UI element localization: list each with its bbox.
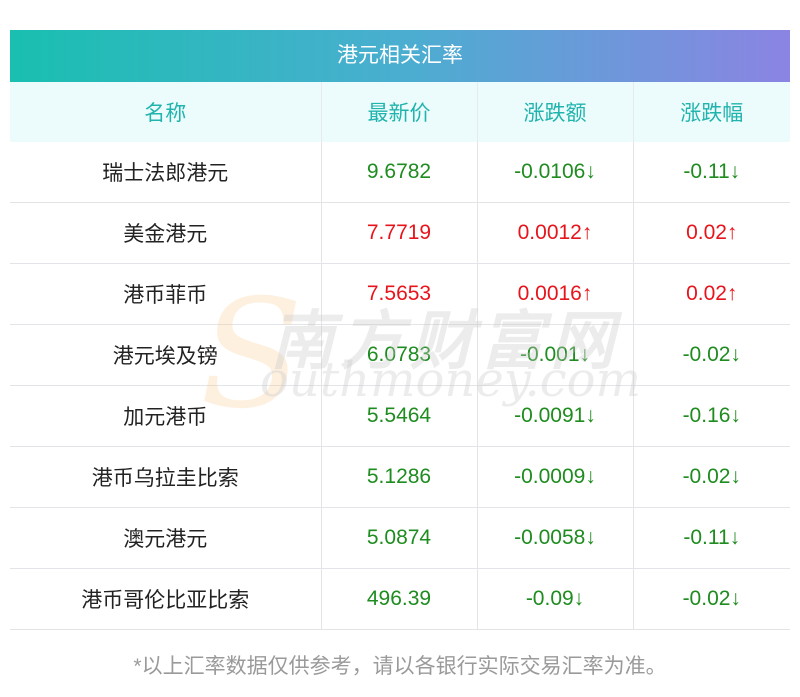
price-change: -0.0009↓ (477, 446, 634, 508)
currency-pair-name: 美金港元 (10, 202, 322, 264)
exchange-rate-card: 港元相关汇率 名称 最新价 涨跌额 涨跌幅 瑞士法郎港元 9.6782 -0.010… (10, 30, 790, 630)
table-title: 港元相关汇率 (10, 30, 790, 82)
latest-price: 7.7719 (321, 202, 478, 264)
currency-pair-name: 澳元港元 (10, 507, 322, 569)
price-change-percent: -0.02↓ (633, 324, 790, 386)
table-row: 瑞士法郎港元 9.6782 -0.0106↓ -0.11↓ (10, 142, 790, 203)
table-row: 港币菲币 7.5653 0.0016↑ 0.02↑ (10, 263, 790, 325)
table-row: 美金港元 7.7719 0.0012↑ 0.02↑ (10, 202, 790, 264)
price-change-percent: -0.02↓ (633, 446, 790, 508)
currency-pair-name: 瑞士法郎港元 (10, 142, 322, 203)
currency-pair-name: 港币菲币 (10, 263, 322, 325)
table-row: 港币乌拉圭比索 5.1286 -0.0009↓ -0.02↓ (10, 446, 790, 508)
table-row: 澳元港元 5.0874 -0.0058↓ -0.11↓ (10, 507, 790, 569)
currency-pair-name: 加元港币 (10, 385, 322, 447)
column-header-price: 最新价 (321, 82, 478, 142)
latest-price: 9.6782 (321, 142, 478, 203)
price-change: -0.0058↓ (477, 507, 634, 569)
column-header-name: 名称 (10, 82, 322, 142)
price-change-percent: -0.11↓ (633, 507, 790, 569)
currency-pair-name: 港币乌拉圭比索 (10, 446, 322, 508)
latest-price: 5.1286 (321, 446, 478, 508)
price-change: -0.001↓ (477, 324, 634, 386)
table-row: 加元港币 5.5464 -0.0091↓ -0.16↓ (10, 385, 790, 447)
latest-price: 7.5653 (321, 263, 478, 325)
price-change: -0.0106↓ (477, 142, 634, 203)
latest-price: 6.0783 (321, 324, 478, 386)
price-change: -0.09↓ (477, 568, 634, 630)
price-change-percent: 0.02↑ (633, 263, 790, 325)
currency-pair-name: 港元埃及镑 (10, 324, 322, 386)
disclaimer-footnote: *以上汇率数据仅供参考，请以各银行实际交易汇率为准。 (133, 655, 667, 678)
latest-price: 5.0874 (321, 507, 478, 569)
price-change-percent: 0.02↑ (633, 202, 790, 264)
latest-price: 496.39 (321, 568, 478, 630)
table-header-row: 名称 最新价 涨跌额 涨跌幅 (10, 82, 790, 142)
price-change: 0.0016↑ (477, 263, 634, 325)
column-header-change: 涨跌额 (477, 82, 634, 142)
column-header-pct: 涨跌幅 (633, 82, 790, 142)
table-row: 港元埃及镑 6.0783 -0.001↓ -0.02↓ (10, 324, 790, 386)
price-change-percent: -0.02↓ (633, 568, 790, 630)
currency-pair-name: 港币哥伦比亚比索 (10, 568, 322, 630)
price-change-percent: -0.16↓ (633, 385, 790, 447)
latest-price: 5.5464 (321, 385, 478, 447)
table-row: 港币哥伦比亚比索 496.39 -0.09↓ -0.02↓ (10, 568, 790, 630)
price-change: 0.0012↑ (477, 202, 634, 264)
price-change-percent: -0.11↓ (633, 142, 790, 203)
exchange-rate-table: 名称 最新价 涨跌额 涨跌幅 瑞士法郎港元 9.6782 -0.0106↓ -0.11… (10, 82, 790, 630)
price-change: -0.0091↓ (477, 385, 634, 447)
